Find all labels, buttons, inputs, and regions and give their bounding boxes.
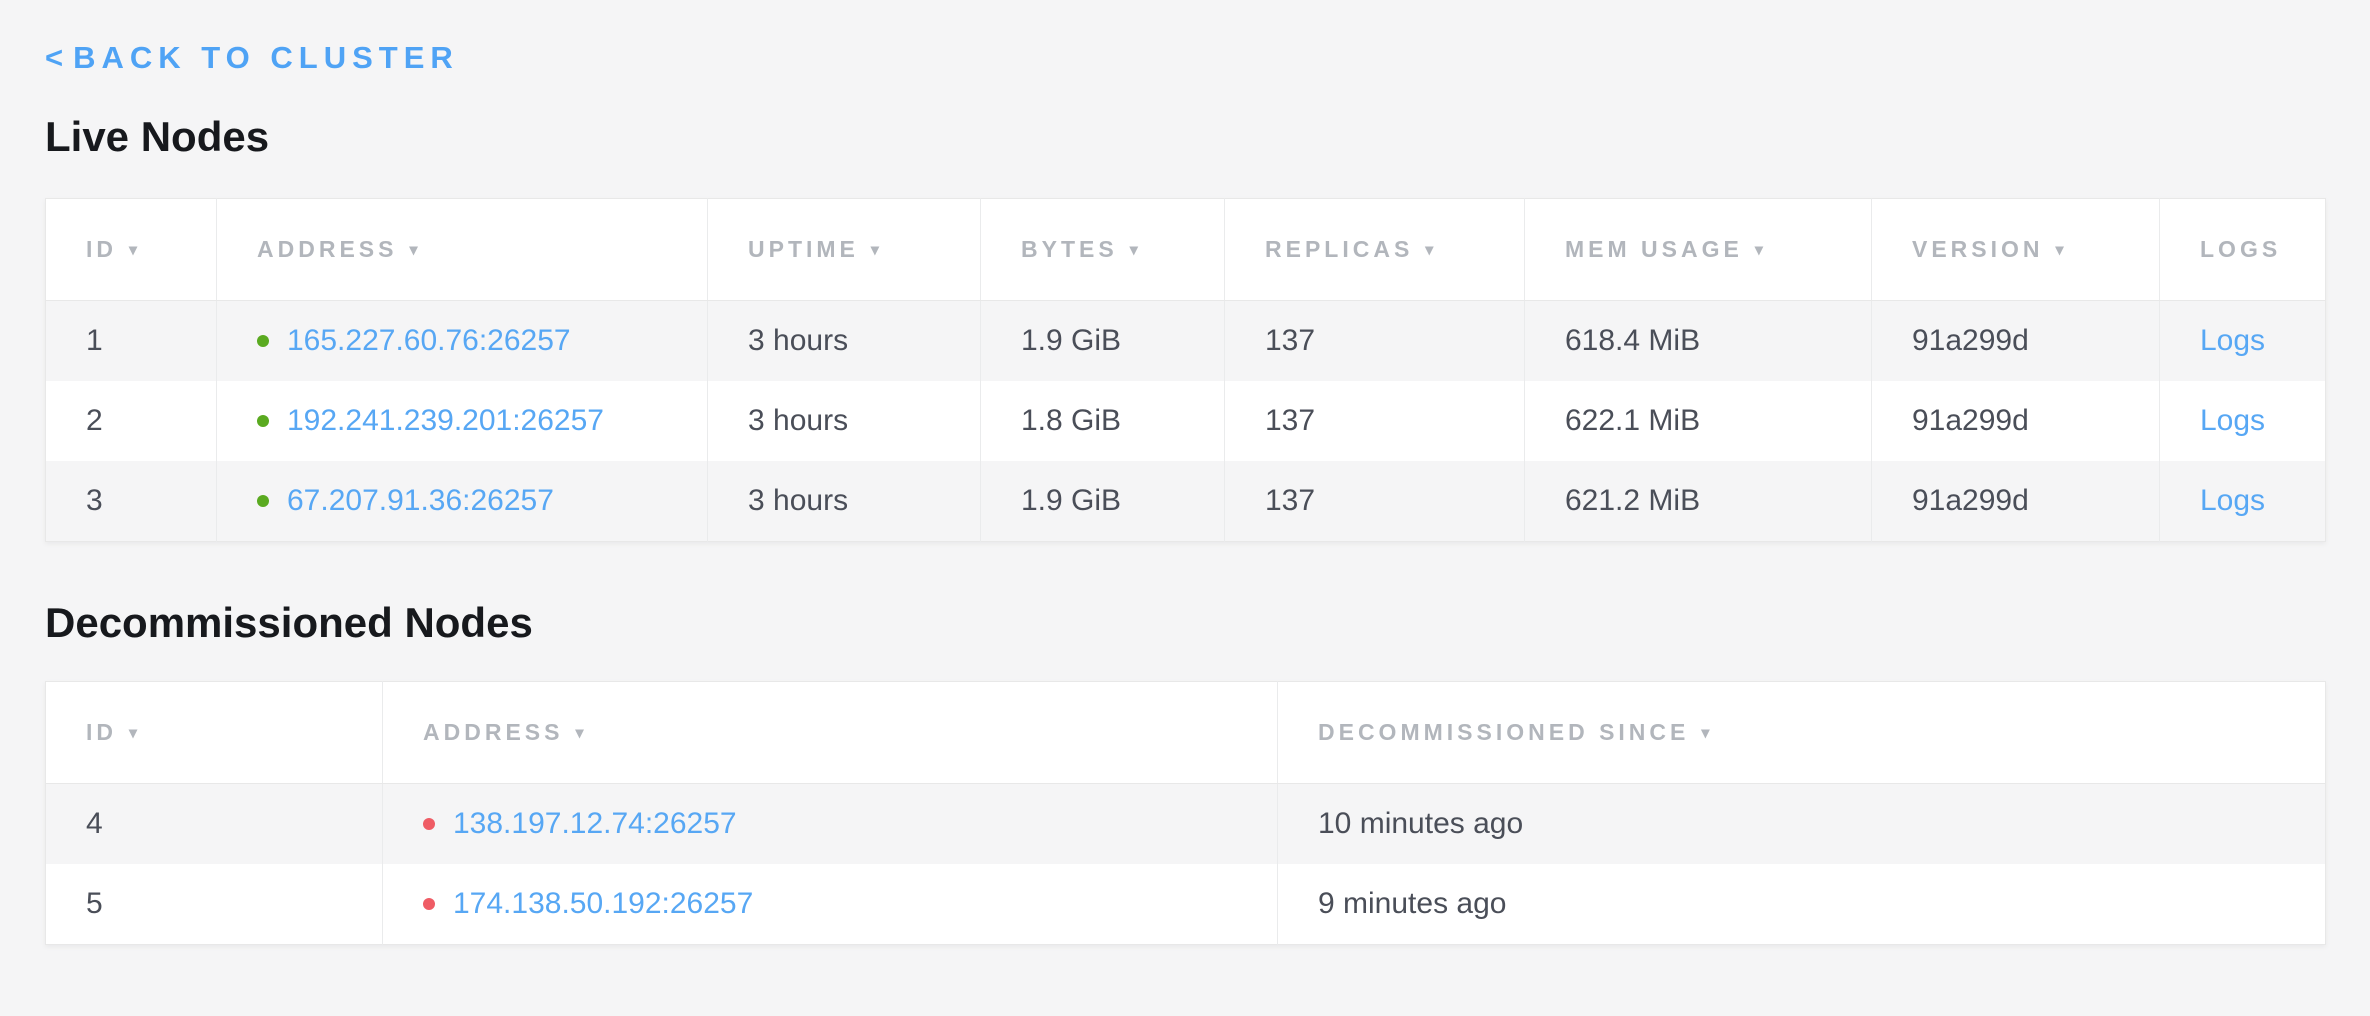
- cell-mem-usage: 622.1 MiB: [1525, 381, 1872, 461]
- sort-arrow-icon: ▾: [1701, 725, 1709, 742]
- live-nodes-header-row: ID ▾ ADDRESS ▾ UPTIME ▾ BYTES ▾ REPLICAS ▾ ME…: [46, 199, 2326, 301]
- sort-arrow-icon: ▾: [575, 725, 583, 742]
- cell-version: 91a299d: [1872, 461, 2160, 542]
- cell-version: 91a299d: [1872, 381, 2160, 461]
- cell-logs: Logs: [2160, 381, 2326, 461]
- logs-link[interactable]: Logs: [2200, 324, 2265, 357]
- sort-arrow-icon: ▾: [129, 725, 137, 742]
- cell-node-address: 165.227.60.76:26257: [217, 301, 708, 382]
- column-header-address[interactable]: ADDRESS ▾: [383, 681, 1278, 783]
- cell-node-id: 3: [46, 461, 217, 542]
- column-header-mem-usage[interactable]: MEM USAGE ▾: [1525, 199, 1872, 301]
- node-address-link[interactable]: 138.197.12.74:26257: [453, 807, 737, 841]
- live-nodes-title: Live Nodes: [45, 112, 2325, 162]
- node-address-link[interactable]: 67.207.91.36:26257: [287, 484, 554, 518]
- decommissioned-nodes-table: ID ▾ ADDRESS ▾ DECOMMISSIONED SINCE ▾ 4 138…: [45, 681, 2326, 945]
- live-node-status-icon: [257, 335, 269, 347]
- column-header-label: ADDRESS: [257, 236, 397, 262]
- cell-uptime: 3 hours: [708, 461, 981, 542]
- table-row: 3 67.207.91.36:26257 3 hours 1.9 GiB 137…: [46, 461, 2326, 542]
- cell-node-address: 192.241.239.201:26257: [217, 381, 708, 461]
- column-header-id[interactable]: ID ▾: [46, 681, 383, 783]
- node-address-link[interactable]: 165.227.60.76:26257: [287, 324, 571, 358]
- decommissioned-node-status-icon: [423, 818, 435, 830]
- column-header-label: DECOMMISSIONED SINCE: [1318, 719, 1689, 745]
- logs-link[interactable]: Logs: [2200, 484, 2265, 517]
- cell-node-address: 174.138.50.192:26257: [383, 864, 1278, 945]
- decommissioned-nodes-title: Decommissioned Nodes: [45, 598, 2325, 648]
- cell-node-address: 138.197.12.74:26257: [383, 783, 1278, 864]
- column-header-logs: LOGS: [2160, 199, 2326, 301]
- cell-bytes: 1.9 GiB: [981, 301, 1225, 382]
- page: < BACK TO CLUSTER Live Nodes ID ▾ ADDRESS ▾…: [0, 0, 2370, 945]
- node-address-link[interactable]: 192.241.239.201:26257: [287, 404, 604, 438]
- cell-logs: Logs: [2160, 301, 2326, 382]
- left-chevron-icon: <: [45, 40, 63, 75]
- column-header-uptime[interactable]: UPTIME ▾: [708, 199, 981, 301]
- cell-bytes: 1.9 GiB: [981, 461, 1225, 542]
- table-row: 4 138.197.12.74:26257 10 minutes ago: [46, 783, 2326, 864]
- cell-replicas: 137: [1225, 301, 1525, 382]
- cell-uptime: 3 hours: [708, 381, 981, 461]
- cell-mem-usage: 618.4 MiB: [1525, 301, 1872, 382]
- live-node-status-icon: [257, 415, 269, 427]
- cell-node-address: 67.207.91.36:26257: [217, 461, 708, 542]
- cell-uptime: 3 hours: [708, 301, 981, 382]
- column-header-id[interactable]: ID ▾: [46, 199, 217, 301]
- sort-arrow-icon: ▾: [2056, 242, 2064, 259]
- node-address-link[interactable]: 174.138.50.192:26257: [453, 887, 753, 921]
- sort-arrow-icon: ▾: [1755, 242, 1763, 259]
- live-nodes-table: ID ▾ ADDRESS ▾ UPTIME ▾ BYTES ▾ REPLICAS ▾ ME…: [45, 198, 2326, 542]
- table-row: 5 174.138.50.192:26257 9 minutes ago: [46, 864, 2326, 945]
- cell-node-id: 5: [46, 864, 383, 945]
- cell-decommissioned-since: 10 minutes ago: [1278, 783, 2326, 864]
- cell-node-id: 4: [46, 783, 383, 864]
- logs-link[interactable]: Logs: [2200, 404, 2265, 437]
- decommissioned-node-status-icon: [423, 898, 435, 910]
- cell-logs: Logs: [2160, 461, 2326, 542]
- column-header-address[interactable]: ADDRESS ▾: [217, 199, 708, 301]
- column-header-version[interactable]: VERSION ▾: [1872, 199, 2160, 301]
- column-header-decommissioned-since[interactable]: DECOMMISSIONED SINCE ▾: [1278, 681, 2326, 783]
- cell-replicas: 137: [1225, 461, 1525, 542]
- back-to-cluster-link[interactable]: < BACK TO CLUSTER: [45, 40, 459, 76]
- column-header-bytes[interactable]: BYTES ▾: [981, 199, 1225, 301]
- column-header-label: REPLICAS: [1265, 236, 1413, 262]
- cell-node-id: 2: [46, 381, 217, 461]
- table-row: 1 165.227.60.76:26257 3 hours 1.9 GiB 13…: [46, 301, 2326, 382]
- back-to-cluster-label: BACK TO CLUSTER: [73, 40, 459, 75]
- column-header-label: ID: [86, 236, 117, 262]
- cell-replicas: 137: [1225, 381, 1525, 461]
- cell-mem-usage: 621.2 MiB: [1525, 461, 1872, 542]
- table-row: 2 192.241.239.201:26257 3 hours 1.8 GiB …: [46, 381, 2326, 461]
- sort-arrow-icon: ▾: [1130, 242, 1138, 259]
- column-header-label: LOGS: [2200, 236, 2281, 262]
- column-header-label: ADDRESS: [423, 719, 563, 745]
- sort-arrow-icon: ▾: [1425, 242, 1433, 259]
- live-node-status-icon: [257, 495, 269, 507]
- decommissioned-header-row: ID ▾ ADDRESS ▾ DECOMMISSIONED SINCE ▾: [46, 681, 2326, 783]
- sort-arrow-icon: ▾: [871, 242, 879, 259]
- cell-bytes: 1.8 GiB: [981, 381, 1225, 461]
- cell-node-id: 1: [46, 301, 217, 382]
- column-header-label: VERSION: [1912, 236, 2044, 262]
- column-header-label: BYTES: [1021, 236, 1118, 262]
- sort-arrow-icon: ▾: [129, 242, 137, 259]
- column-header-replicas[interactable]: REPLICAS ▾: [1225, 199, 1525, 301]
- cell-decommissioned-since: 9 minutes ago: [1278, 864, 2326, 945]
- column-header-label: UPTIME: [748, 236, 859, 262]
- sort-arrow-icon: ▾: [409, 242, 417, 259]
- column-header-label: MEM USAGE: [1565, 236, 1743, 262]
- column-header-label: ID: [86, 719, 117, 745]
- cell-version: 91a299d: [1872, 301, 2160, 382]
